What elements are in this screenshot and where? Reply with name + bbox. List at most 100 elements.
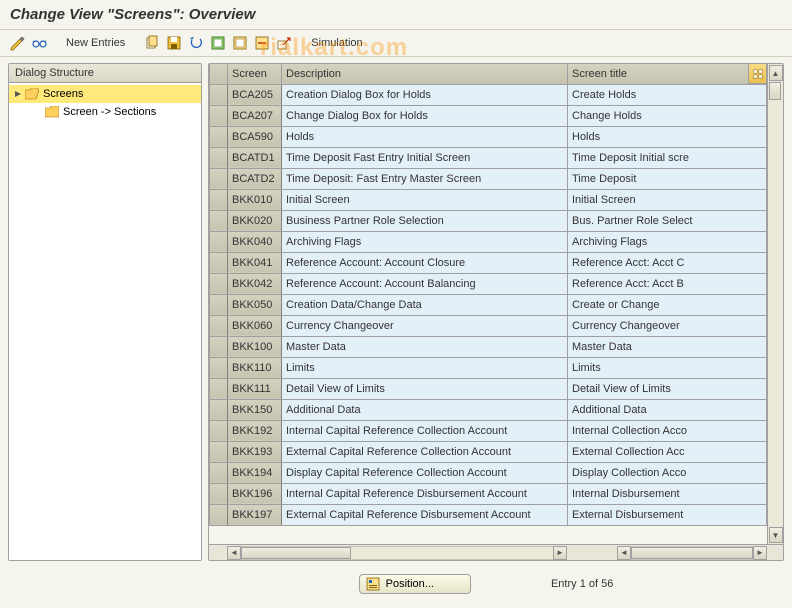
scroll-thumb[interactable] [769, 82, 781, 100]
table-row[interactable]: BKK041Reference Account: Account Closure… [210, 252, 767, 273]
cell-description[interactable]: Archiving Flags [282, 231, 568, 252]
cell-title[interactable]: Change Holds [568, 105, 767, 126]
scroll-thumb[interactable] [631, 547, 753, 559]
scroll-right-icon[interactable]: ► [553, 546, 567, 560]
scroll-left-icon[interactable]: ◄ [227, 546, 241, 560]
horizontal-scrollbar-right[interactable]: ◄ ► [617, 545, 767, 560]
cell-description[interactable]: External Capital Reference Disbursement … [282, 504, 568, 525]
table-row[interactable]: BCA590HoldsHolds [210, 126, 767, 147]
table-row[interactable]: BKK010Initial ScreenInitial Screen [210, 189, 767, 210]
table-row[interactable]: BKK042Reference Account: Account Balanci… [210, 273, 767, 294]
cell-screen[interactable]: BKK197 [228, 504, 282, 525]
cell-screen[interactable]: BCA590 [228, 126, 282, 147]
horizontal-scrollbar-left[interactable]: ◄ ► [227, 545, 567, 560]
cell-title[interactable]: Holds [568, 126, 767, 147]
cell-screen[interactable]: BKK110 [228, 357, 282, 378]
expand-arrow-icon[interactable] [13, 89, 23, 99]
row-selector[interactable] [210, 315, 228, 336]
cell-description[interactable]: Time Deposit: Fast Entry Master Screen [282, 168, 568, 189]
row-selector[interactable] [210, 294, 228, 315]
table-row[interactable]: BKK040Archiving FlagsArchiving Flags [210, 231, 767, 252]
cell-screen[interactable]: BCA207 [228, 105, 282, 126]
row-selector[interactable] [210, 336, 228, 357]
tree-node-screens[interactable]: Screens [9, 85, 201, 103]
col-header-title[interactable]: Screen title [568, 64, 767, 84]
cell-screen[interactable]: BKK100 [228, 336, 282, 357]
row-selector[interactable] [210, 210, 228, 231]
table-row[interactable]: BKK050Creation Data/Change DataCreate or… [210, 294, 767, 315]
cell-screen[interactable]: BKK041 [228, 252, 282, 273]
cell-screen[interactable]: BKK010 [228, 189, 282, 210]
table-row[interactable]: BKK196Internal Capital Reference Disburs… [210, 483, 767, 504]
cell-description[interactable]: Creation Dialog Box for Holds [282, 84, 568, 105]
toggle-display-icon[interactable] [8, 34, 26, 52]
cell-description[interactable]: Display Capital Reference Collection Acc… [282, 462, 568, 483]
cell-description[interactable]: Change Dialog Box for Holds [282, 105, 568, 126]
row-selector[interactable] [210, 273, 228, 294]
position-button[interactable]: Position... [359, 574, 471, 594]
col-header-screen[interactable]: Screen [228, 64, 282, 84]
cell-title[interactable]: Reference Acct: Acct C [568, 252, 767, 273]
select-all-icon[interactable] [209, 34, 227, 52]
row-selector[interactable] [210, 84, 228, 105]
cell-title[interactable]: Time Deposit [568, 168, 767, 189]
table-row[interactable]: BKK110LimitsLimits [210, 357, 767, 378]
simulation-button[interactable]: Simulation [307, 37, 366, 49]
table-row[interactable]: BKK020Business Partner Role SelectionBus… [210, 210, 767, 231]
cell-description[interactable]: Reference Account: Account Closure [282, 252, 568, 273]
row-selector[interactable] [210, 252, 228, 273]
cell-screen[interactable]: BKK196 [228, 483, 282, 504]
cell-screen[interactable]: BKK193 [228, 441, 282, 462]
cell-screen[interactable]: BKK020 [228, 210, 282, 231]
table-row[interactable]: BKK150Additional DataAdditional Data [210, 399, 767, 420]
cell-title[interactable]: Display Collection Acco [568, 462, 767, 483]
delete-icon[interactable] [253, 34, 271, 52]
cell-title[interactable]: Internal Disbursement [568, 483, 767, 504]
scroll-down-icon[interactable]: ▼ [769, 527, 783, 543]
cell-description[interactable]: Limits [282, 357, 568, 378]
cell-description[interactable]: External Capital Reference Collection Ac… [282, 441, 568, 462]
row-selector[interactable] [210, 189, 228, 210]
table-settings-icon[interactable] [748, 64, 766, 84]
cell-description[interactable]: Internal Capital Reference Collection Ac… [282, 420, 568, 441]
cell-description[interactable]: Additional Data [282, 399, 568, 420]
row-selector[interactable] [210, 483, 228, 504]
table-row[interactable]: BCA205Creation Dialog Box for HoldsCreat… [210, 84, 767, 105]
cell-screen[interactable]: BCATD2 [228, 168, 282, 189]
cell-screen[interactable]: BKK060 [228, 315, 282, 336]
row-selector[interactable] [210, 231, 228, 252]
export-icon[interactable] [275, 34, 293, 52]
cell-title[interactable]: Create Holds [568, 84, 767, 105]
save-icon[interactable] [165, 34, 183, 52]
copy-icon[interactable] [143, 34, 161, 52]
scroll-right-icon[interactable]: ► [753, 546, 767, 560]
cell-screen[interactable]: BCA205 [228, 84, 282, 105]
table-row[interactable]: BKK060Currency ChangeoverCurrency Change… [210, 315, 767, 336]
cell-description[interactable]: Holds [282, 126, 568, 147]
cell-title[interactable]: Detail View of Limits [568, 378, 767, 399]
cell-screen[interactable]: BKK192 [228, 420, 282, 441]
cell-screen[interactable]: BKK194 [228, 462, 282, 483]
cell-description[interactable]: Reference Account: Account Balancing [282, 273, 568, 294]
cell-description[interactable]: Business Partner Role Selection [282, 210, 568, 231]
cell-description[interactable]: Currency Changeover [282, 315, 568, 336]
cell-screen[interactable]: BKK111 [228, 378, 282, 399]
row-selector[interactable] [210, 462, 228, 483]
row-selector[interactable] [210, 441, 228, 462]
table-row[interactable]: BKK197External Capital Reference Disburs… [210, 504, 767, 525]
scroll-left-icon[interactable]: ◄ [617, 546, 631, 560]
table-row[interactable]: BKK192Internal Capital Reference Collect… [210, 420, 767, 441]
select-all-column[interactable] [210, 64, 228, 84]
vertical-scrollbar[interactable]: ▲ ▼ [767, 64, 783, 544]
scroll-track[interactable] [769, 82, 783, 526]
cell-screen[interactable]: BKK050 [228, 294, 282, 315]
row-selector[interactable] [210, 357, 228, 378]
row-selector[interactable] [210, 399, 228, 420]
row-selector[interactable] [210, 504, 228, 525]
row-selector[interactable] [210, 105, 228, 126]
undo-icon[interactable] [187, 34, 205, 52]
cell-title[interactable]: Additional Data [568, 399, 767, 420]
cell-title[interactable]: Limits [568, 357, 767, 378]
row-selector[interactable] [210, 378, 228, 399]
deselect-all-icon[interactable] [231, 34, 249, 52]
